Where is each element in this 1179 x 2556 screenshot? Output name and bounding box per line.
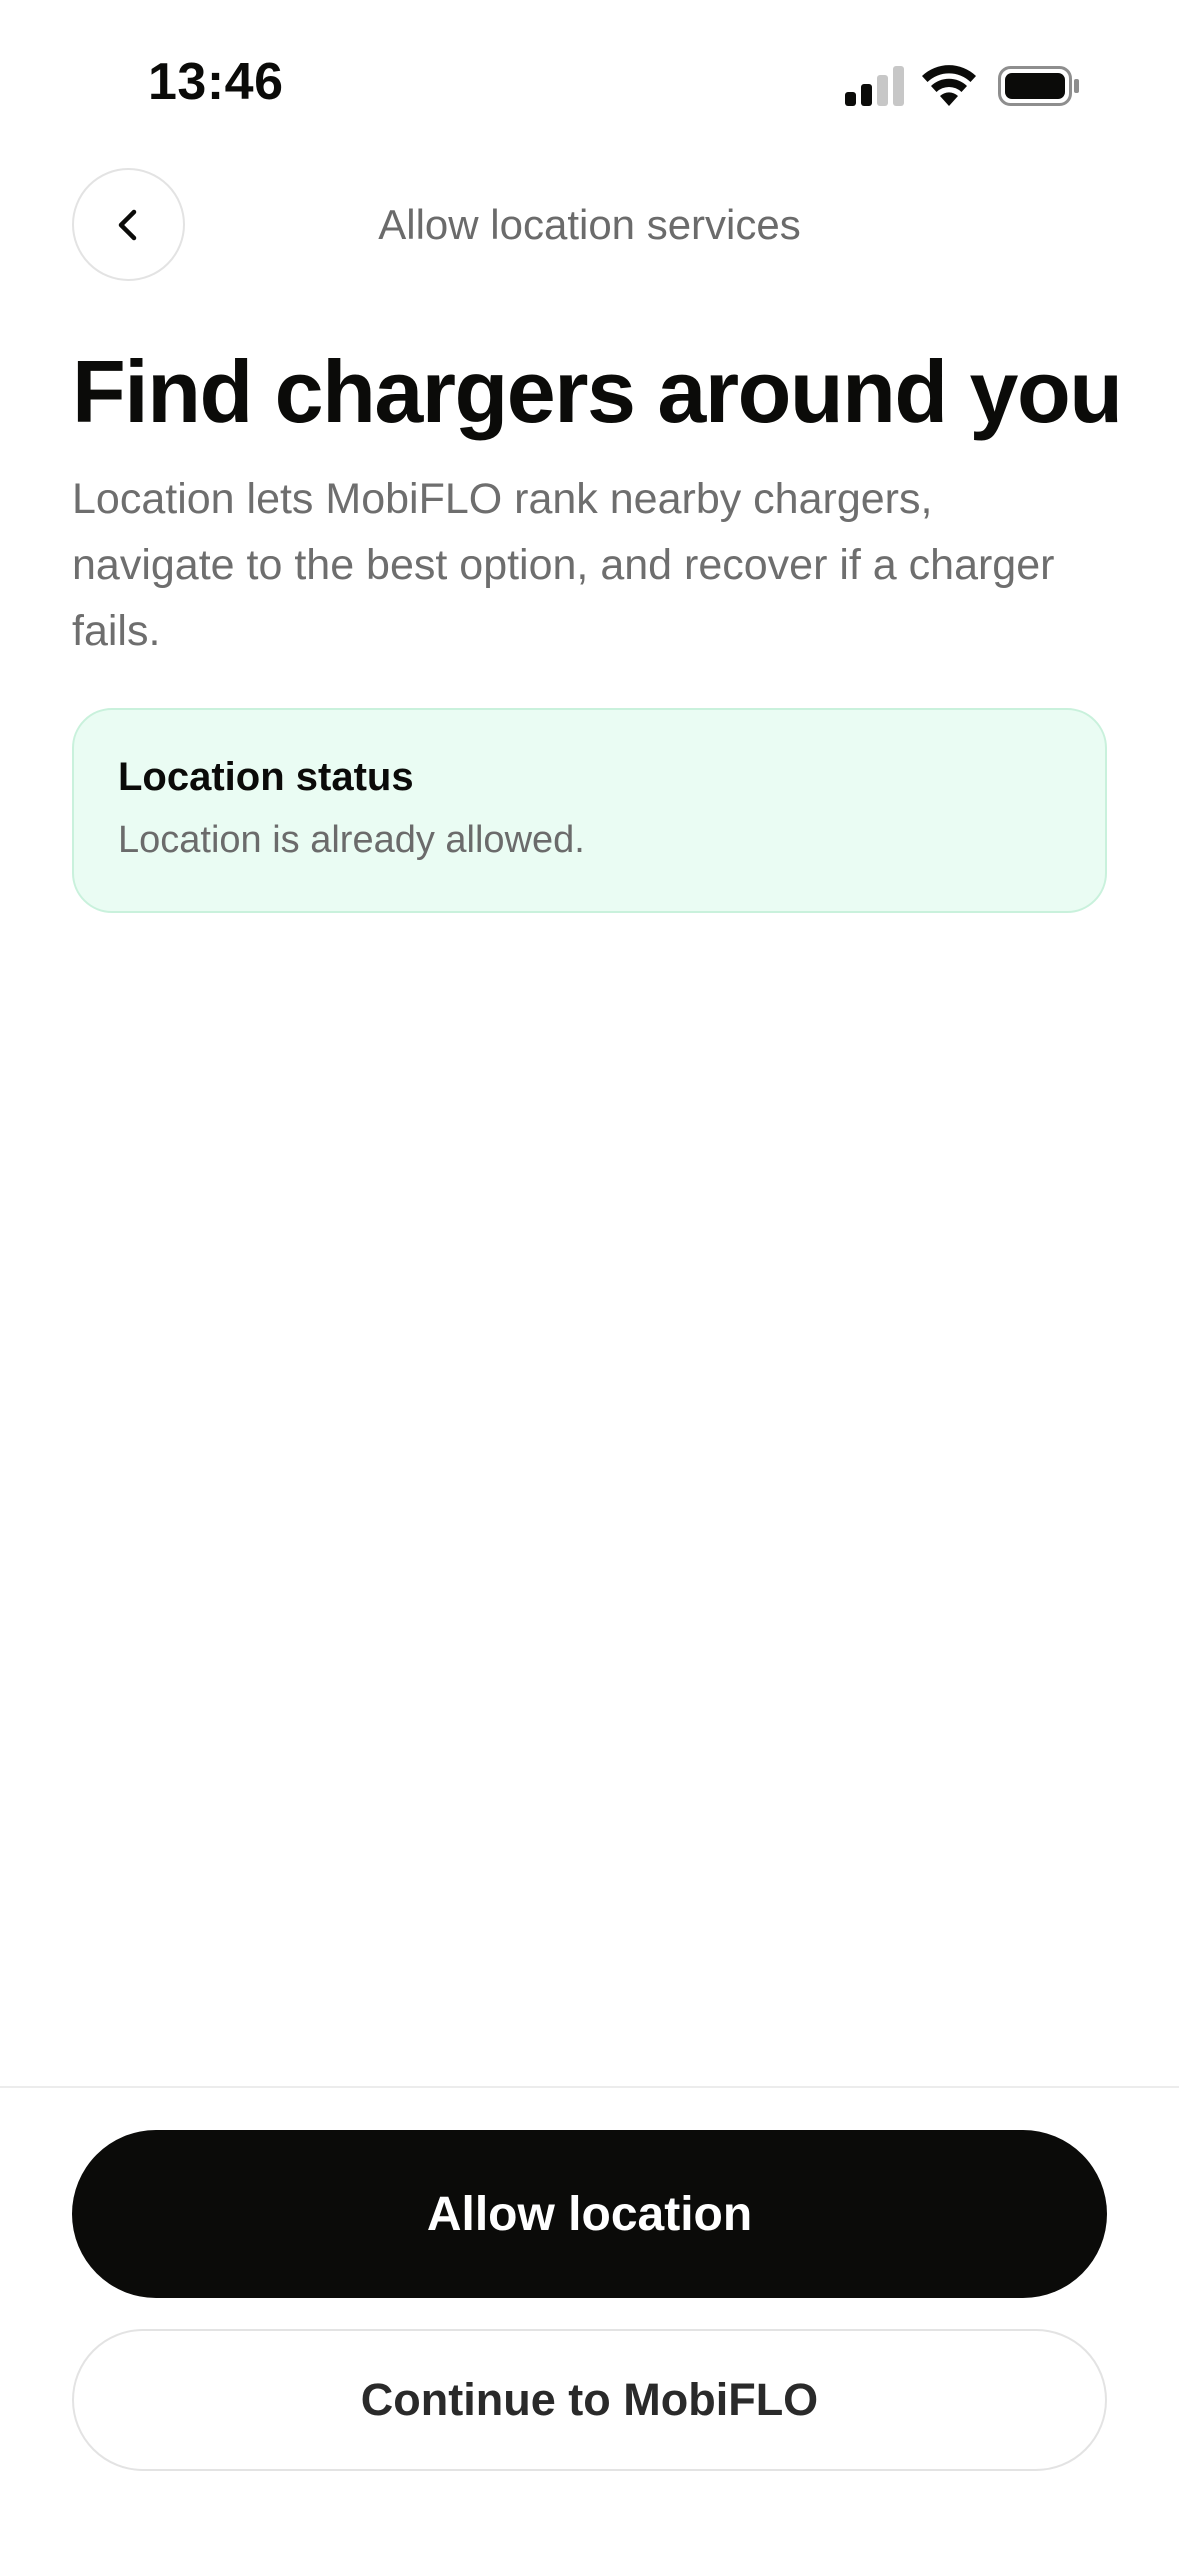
headline: Find chargers around you [72, 342, 1123, 441]
location-status-card: Location status Location is already allo… [72, 708, 1107, 913]
status-bar: 13:46 [0, 0, 1179, 150]
page-title: Allow location services [378, 201, 801, 248]
status-card-title: Location status [118, 755, 414, 799]
wifi-icon [922, 65, 976, 106]
allow-location-button[interactable]: Allow location [72, 2130, 1107, 2298]
battery-icon [998, 66, 1079, 106]
description: Location lets MobiFLO rank nearby charge… [72, 475, 1055, 655]
cellular-signal-icon [845, 66, 904, 106]
status-time: 13:46 [148, 53, 284, 111]
bottom-divider [0, 2086, 1179, 2088]
continue-button[interactable]: Continue to MobiFLO [72, 2329, 1107, 2471]
status-card-message: Location is already allowed. [118, 819, 585, 861]
location-permission-screen: 13:46 Allow location services Find charg… [0, 0, 1179, 2556]
